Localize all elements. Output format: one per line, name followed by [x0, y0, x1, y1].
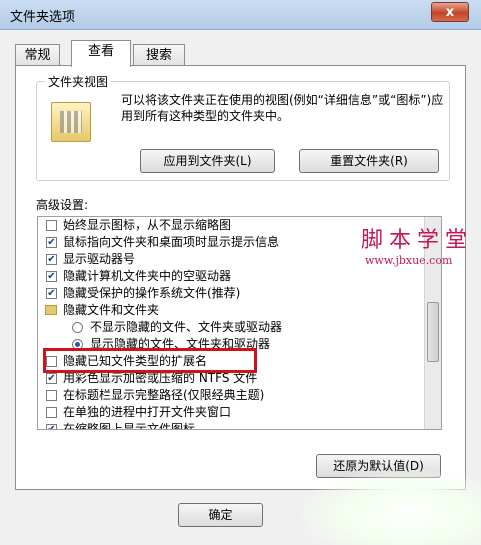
checkbox[interactable]: ✔	[46, 424, 57, 429]
ok-button[interactable]: 确定	[178, 503, 263, 527]
scrollbar-thumb[interactable]	[427, 302, 439, 362]
checkbox[interactable]	[46, 220, 57, 231]
folder-views-group: 文件夹视图 可以将该文件夹正在使用的视图(例如“详细信息”或“图标”)应用到所有…	[36, 73, 450, 181]
tab-view[interactable]: 查看	[71, 40, 131, 67]
advanced-settings-label: 高级设置:	[36, 198, 89, 212]
reset-folders-button[interactable]: 重置文件夹(R)	[299, 149, 439, 173]
folder-views-description: 可以将该文件夹正在使用的视图(例如“详细信息”或“图标”)应用到所有这种类型的文…	[121, 93, 444, 123]
title-bar[interactable]: 文件夹选项 x	[0, 0, 481, 30]
folder-icon	[45, 305, 57, 315]
checkbox[interactable]: ✔	[46, 288, 57, 299]
watermark: 脚本学堂 www.jbxue.com	[361, 222, 473, 267]
checkbox[interactable]: ✔	[46, 237, 57, 248]
decorative-glow	[300, 470, 481, 545]
apply-to-folders-button[interactable]: 应用到文件夹(L)	[140, 149, 275, 173]
checkbox[interactable]: ✔	[46, 373, 57, 384]
checkbox[interactable]	[46, 407, 57, 418]
folder-views-label: 文件夹视图	[45, 73, 112, 90]
annotation-highlight-box	[43, 348, 257, 373]
radio-button[interactable]	[72, 322, 83, 333]
tab-search[interactable]: 搜索	[133, 44, 185, 66]
watermark-title: 脚本学堂	[361, 228, 474, 253]
view-tab-panel: 文件夹视图 可以将该文件夹正在使用的视图(例如“详细信息”或“图标”)应用到所有…	[15, 65, 466, 490]
window-title: 文件夹选项	[10, 10, 76, 25]
folder-view-icon	[51, 102, 91, 142]
checkbox[interactable]: ✔	[46, 271, 57, 282]
watermark-url: www.jbxue.com	[365, 254, 453, 267]
folder-options-dialog: 文件夹选项 x 常规 查看 搜索 文件夹视图 可以将该文件夹正在使用的视图(例如…	[0, 0, 481, 545]
checkbox[interactable]	[46, 390, 57, 401]
checkbox[interactable]: ✔	[46, 254, 57, 265]
close-icon: x	[445, 5, 455, 20]
close-button[interactable]: x	[431, 2, 469, 22]
tab-general[interactable]: 常规	[15, 44, 60, 66]
